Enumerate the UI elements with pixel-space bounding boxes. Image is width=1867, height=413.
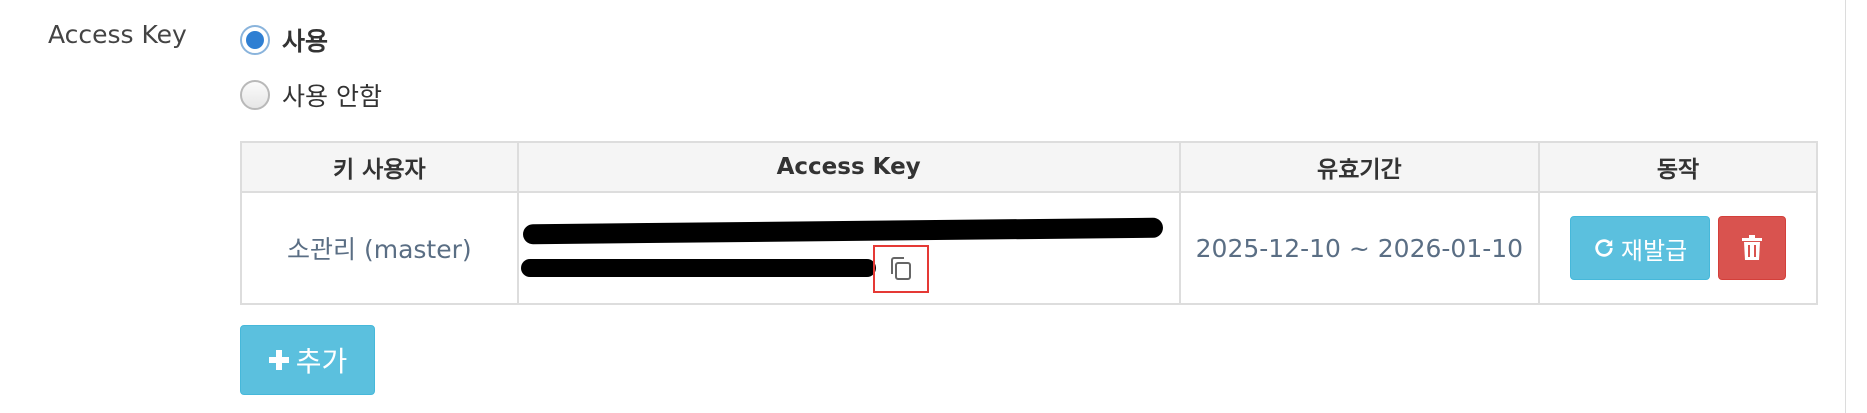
content-divider [1845, 0, 1846, 413]
cell-access-key [516, 191, 1181, 305]
access-key-field-label: Access Key [48, 20, 187, 49]
table-row: 소관리 (master) 2025-12-10 ~ 2026-01-10 재발급 [240, 191, 1818, 305]
refresh-icon [1595, 239, 1613, 257]
add-label: 추가 [295, 345, 348, 378]
redacted-key-line-1 [522, 217, 1163, 245]
reissue-label: 재발급 [1620, 236, 1688, 265]
copy-button[interactable] [872, 245, 929, 293]
header-key-user: 키 사용자 [240, 141, 519, 193]
copy-icon [890, 257, 911, 280]
header-access-key: Access Key [516, 141, 1181, 193]
cell-actions: 재발급 [1538, 191, 1818, 305]
radio-button-unchecked[interactable] [240, 80, 270, 110]
plus-icon [268, 350, 289, 370]
radio-button-checked[interactable] [240, 25, 270, 55]
cell-validity: 2025-12-10 ~ 2026-01-10 [1178, 191, 1541, 305]
radio-use[interactable]: 사용 [240, 22, 328, 58]
redacted-key-line-2 [520, 259, 876, 277]
radio-not-use[interactable]: 사용 안함 [240, 77, 382, 113]
access-key-table: 키 사용자 Access Key 유효기간 동작 소관리 (master) 20… [240, 141, 1818, 305]
radio-use-label: 사용 [282, 27, 329, 56]
reissue-button[interactable]: 재발급 [1570, 216, 1711, 280]
radio-not-use-label: 사용 안함 [282, 82, 382, 111]
add-button[interactable]: 추가 [240, 325, 375, 395]
header-validity: 유효기간 [1178, 141, 1541, 193]
table-header-row: 키 사용자 Access Key 유효기간 동작 [240, 141, 1818, 193]
trash-icon [1742, 235, 1763, 260]
delete-button[interactable] [1718, 216, 1787, 280]
header-action: 동작 [1538, 141, 1818, 193]
cell-key-user: 소관리 (master) [240, 191, 519, 305]
